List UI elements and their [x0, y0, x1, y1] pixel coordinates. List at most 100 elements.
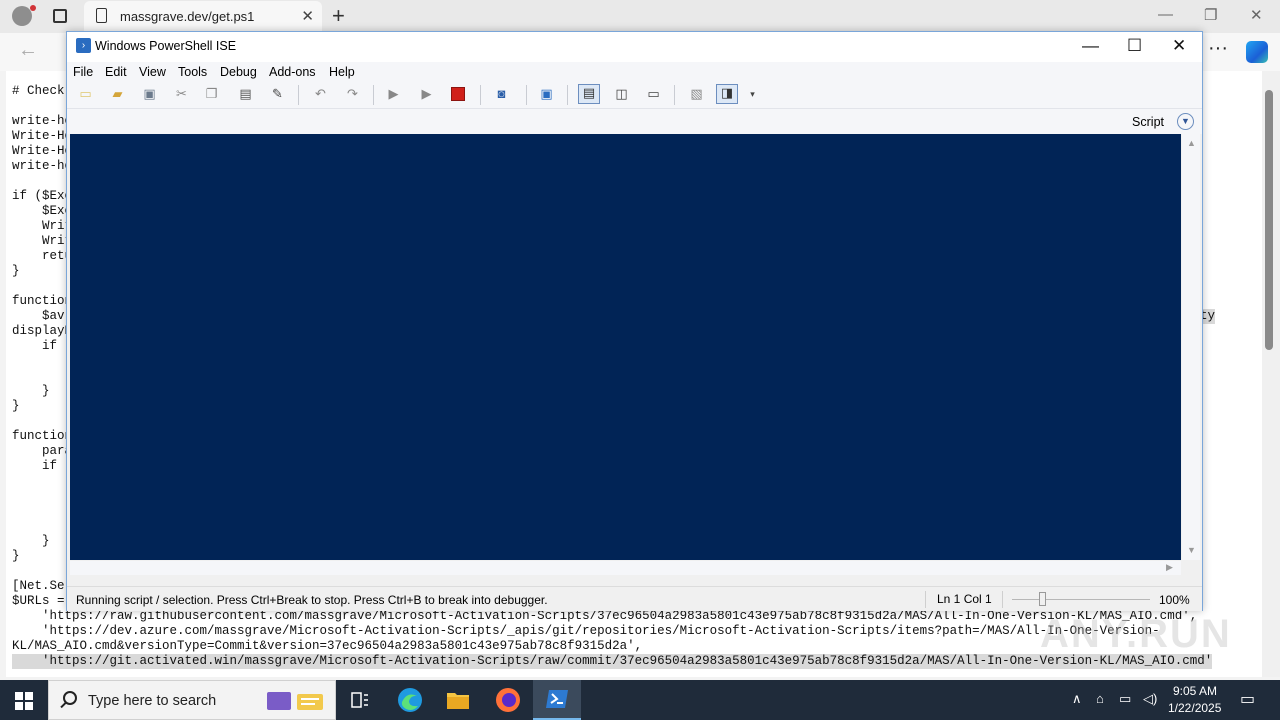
code-line: $Exe	[12, 204, 73, 218]
browser-minimize-button[interactable]: —	[1158, 6, 1173, 23]
menu-add-ons[interactable]: Add-ons	[269, 65, 316, 79]
save-icon[interactable]: ▣	[141, 86, 158, 102]
ise-minimize-button[interactable]: —	[1082, 36, 1099, 56]
new-file-icon[interactable]: ▭	[77, 86, 94, 102]
copy-icon[interactable]: ❐	[203, 86, 220, 102]
clear-console-icon[interactable]: ✎	[269, 86, 286, 102]
ise-close-button[interactable]: ✕	[1172, 36, 1186, 56]
profile-avatar-icon[interactable]	[12, 6, 32, 26]
ise-toolbar: ▭ ▰ ▣ ✂ ❐ ▤ ✎ ↶ ↷ ▶ ▶ ◙ ▣ ▤ ◫ ▭ ▧ ◨ ▾	[67, 82, 1202, 108]
menu-view[interactable]: View	[139, 65, 166, 79]
new-tab-button[interactable]: +	[332, 3, 345, 29]
edge-icon	[398, 688, 422, 712]
menu-help[interactable]: Help	[329, 65, 355, 79]
code-line: Writ	[12, 234, 73, 248]
code-line: $URLs =	[12, 594, 73, 608]
taskbar-powershell-ise[interactable]	[533, 680, 581, 720]
taskbar-search-box[interactable]: Type here to search	[48, 680, 336, 720]
document-icon	[96, 8, 107, 23]
cut-icon[interactable]: ✂	[173, 86, 190, 102]
zoom-slider-thumb[interactable]	[1039, 592, 1046, 606]
toolbar-overflow-icon[interactable]: ▾	[744, 86, 761, 102]
show-script-right-icon[interactable]: ◫	[613, 86, 630, 102]
page-scroll-thumb[interactable]	[1265, 90, 1273, 350]
network-icon[interactable]: ▭	[1119, 691, 1131, 707]
show-command-window-icon[interactable]: ▧	[688, 86, 705, 102]
show-script-top-icon[interactable]: ▤	[578, 84, 600, 104]
menu-file[interactable]: File	[73, 65, 93, 79]
tab-close-button[interactable]: ✕	[301, 7, 314, 25]
clock-time[interactable]: 9:05 AM	[1173, 684, 1217, 698]
code-line: 'https://raw.githubusercontent.com/massg…	[12, 609, 1198, 623]
zoom-slider-track[interactable]	[1012, 599, 1150, 600]
powershell-ise-icon	[546, 690, 568, 708]
code-line: para	[12, 444, 73, 458]
taskbar-firefox[interactable]	[484, 680, 532, 720]
menu-edit[interactable]: Edit	[105, 65, 127, 79]
clock-date[interactable]: 1/22/2025	[1168, 701, 1221, 715]
scroll-up-icon[interactable]: ▲	[1187, 138, 1196, 148]
new-remote-tab-icon[interactable]: ◙	[493, 86, 510, 102]
code-line: $avl	[12, 309, 73, 323]
code-line: write-ho	[12, 114, 73, 128]
scroll-right-icon[interactable]: ▶	[1166, 562, 1173, 573]
code-line: 'https://dev.azure.com/massgrave/Microso…	[12, 624, 1160, 638]
ise-maximize-button[interactable]: ☐	[1127, 36, 1142, 56]
start-button[interactable]	[0, 680, 48, 720]
undo-icon[interactable]: ↶	[312, 86, 329, 102]
code-line: }	[12, 264, 20, 278]
code-line: function	[12, 294, 73, 308]
run-selection-icon[interactable]: ▶	[418, 86, 435, 102]
code-line: write-ho	[12, 159, 73, 173]
browser-tab[interactable]: massgrave.dev/get.ps1 ✕	[84, 1, 322, 33]
stop-operation-icon[interactable]	[451, 87, 465, 101]
zoom-level: 100%	[1159, 593, 1190, 607]
browser-restore-button[interactable]: ❐	[1204, 6, 1217, 24]
script-pane-toggle-label[interactable]: Script	[1132, 115, 1164, 129]
ise-title-bar[interactable]: › Windows PowerShell ISE — ☐ ✕	[67, 32, 1202, 62]
usb-device-icon[interactable]: ⌂	[1096, 691, 1104, 706]
copilot-icon[interactable]	[1246, 41, 1268, 63]
browser-close-button[interactable]: ✕	[1250, 6, 1263, 24]
search-icon-handle	[60, 701, 67, 709]
status-separator	[925, 591, 926, 608]
volume-icon[interactable]: ◁)	[1143, 691, 1157, 707]
more-menu-icon[interactable]: ···	[1208, 37, 1228, 60]
code-line: function	[12, 429, 73, 443]
redo-icon[interactable]: ↷	[344, 86, 361, 102]
task-view-button[interactable]	[336, 680, 384, 720]
paste-icon[interactable]: ▤	[237, 86, 254, 102]
task-view-icon	[351, 692, 368, 708]
status-message: Running script / selection. Press Ctrl+B…	[76, 593, 548, 607]
code-line: [Net.Ser	[12, 579, 73, 593]
open-folder-icon[interactable]: ▰	[109, 86, 126, 102]
show-hidden-icons[interactable]: ∧	[1072, 691, 1082, 707]
taskbar-edge[interactable]	[386, 680, 434, 720]
back-button[interactable]: ←	[18, 39, 38, 62]
code-line: if (	[12, 339, 73, 353]
watermark: ANY.RUN	[1040, 612, 1232, 656]
console-vertical-scrollbar[interactable]: ▲ ▼	[1182, 134, 1200, 560]
notification-icon[interactable]: ▭	[1240, 689, 1255, 709]
show-script-maximized-icon[interactable]: ▭	[645, 86, 662, 102]
show-command-addon-icon[interactable]: ◨	[716, 84, 738, 104]
run-script-icon[interactable]: ▶	[385, 86, 402, 102]
scroll-down-icon[interactable]: ▼	[1187, 545, 1196, 555]
search-highlight-icon	[267, 692, 323, 710]
taskbar-file-explorer[interactable]	[434, 680, 482, 720]
code-line: Write-Ho	[12, 129, 73, 143]
tab-title: massgrave.dev/get.ps1	[120, 9, 255, 24]
console-horizontal-scrollbar[interactable]: ▶	[70, 561, 1181, 575]
toolbar-separator	[526, 85, 527, 105]
start-powershell-icon[interactable]: ▣	[538, 86, 555, 102]
tab-actions-icon[interactable]	[53, 9, 67, 23]
windows-logo-icon-part	[25, 702, 33, 710]
menu-debug[interactable]: Debug	[220, 65, 257, 79]
code-line: displayN	[12, 324, 73, 338]
console-pane[interactable]	[70, 134, 1181, 560]
code-line: }	[12, 399, 20, 413]
search-placeholder: Type here to search	[88, 693, 217, 709]
code-line: # Check	[12, 84, 65, 98]
menu-tools[interactable]: Tools	[178, 65, 207, 79]
chevron-down-icon[interactable]: ▼	[1177, 113, 1194, 130]
